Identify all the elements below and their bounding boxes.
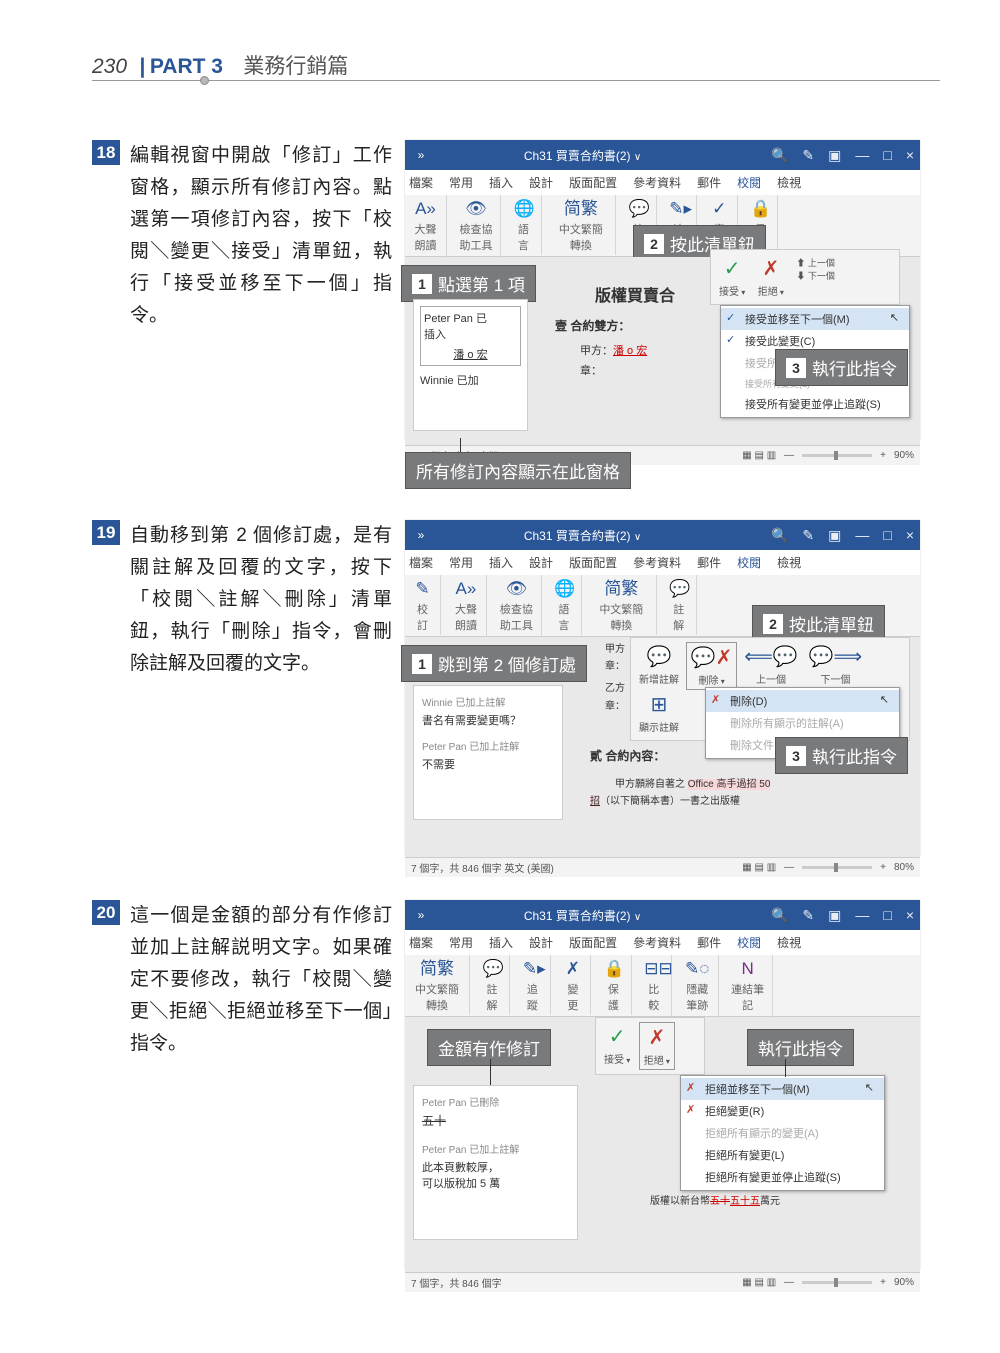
tab-review[interactable]: 校閱 xyxy=(737,174,761,191)
accept-move-next[interactable]: ✓接受並移至下一個(M) ↖ xyxy=(721,308,909,330)
tab-file[interactable]: 檔案 xyxy=(409,174,433,191)
tab-references[interactable]: 參考資料 xyxy=(633,174,681,191)
accessibility-label: 檢查協助工具 xyxy=(459,224,492,252)
window-icon[interactable]: ▣ xyxy=(828,147,841,164)
tab-design[interactable]: 設計 xyxy=(529,174,553,191)
nextcmt-button[interactable]: 💬⟹下一個 xyxy=(805,642,867,688)
reject-all-stop[interactable]: 拒絕所有變更並停止追蹤(S) xyxy=(681,1166,884,1188)
step-number-20: 20 xyxy=(92,900,120,925)
delete-comment-button[interactable]: 💬✗刪除 ▾ xyxy=(686,642,738,690)
callout-s18-1: 1點選第 1 項 xyxy=(401,265,536,302)
header-rule xyxy=(92,80,940,81)
delete-shown[interactable]: 刪除所有顯示的註解(A) xyxy=(706,712,899,734)
accept-button[interactable]: ✓接受 ▾ xyxy=(715,254,749,300)
rev20-2a: Peter Pan 已加上註解 xyxy=(422,1141,569,1156)
doc-title: Ch31 買賣合約書(2) xyxy=(524,149,631,163)
search-icon[interactable]: 🔍 xyxy=(771,147,788,164)
step-number-19: 19 xyxy=(92,520,120,545)
tab-layout[interactable]: 版面配置 xyxy=(569,174,617,191)
language-label: 語言 xyxy=(518,224,529,252)
callout-s19-3: 3執行此指令 xyxy=(775,737,908,774)
readaloud-icon[interactable]: A» xyxy=(413,199,438,219)
protect-icon[interactable]: 🔒 xyxy=(750,199,769,219)
reject-move-next[interactable]: ✗拒絕並移至下一個(M) ↖ xyxy=(681,1078,884,1100)
zoom-level: 90% xyxy=(894,450,914,461)
rev20-1b: 五十 xyxy=(422,1112,569,1129)
accept-button-20[interactable]: ✓接受 ▾ xyxy=(600,1022,634,1068)
accept-all-stop[interactable]: 接受所有變更並停止追蹤(S) xyxy=(721,393,909,415)
comment-icon[interactable]: 💬 xyxy=(629,199,648,219)
rev1-action: 插入 xyxy=(424,326,517,342)
rev1-text: 潘 o 宏 xyxy=(424,346,517,362)
rev20-1a: Peter Pan 已刪除 xyxy=(422,1094,569,1109)
tab-insert[interactable]: 插入 xyxy=(489,174,513,191)
revisions-pane[interactable]: Peter Pan 已 插入 潘 o 宏 Winnie 已加 xyxy=(413,299,528,431)
minimize-icon[interactable]: — xyxy=(855,147,869,164)
word-titlebar: » Ch31 買賣合約書(2) ∨ 🔍✎▣—□× xyxy=(405,140,920,170)
prev-change[interactable]: ⬆ 上一個 xyxy=(796,258,835,268)
translate-icon[interactable]: 简繁 xyxy=(554,199,607,219)
language-icon[interactable]: 🌐 xyxy=(514,199,533,219)
changes-icon[interactable]: ✓ xyxy=(710,199,729,219)
step-number-18: 18 xyxy=(92,140,120,165)
showcmt-button[interactable]: ⊞顯示註解 xyxy=(635,690,683,736)
page-header: 230 | PART 3 業務行銷篇 xyxy=(92,50,940,80)
pen-icon[interactable]: ✎ xyxy=(802,147,814,164)
tab-mailings[interactable]: 郵件 xyxy=(697,174,721,191)
cmt1-author: Winnie 已加上註解 xyxy=(422,694,554,709)
restore-icon[interactable]: □ xyxy=(883,147,891,164)
cmt2-author: Peter Pan 已加上註解 xyxy=(422,738,554,753)
tab-view[interactable]: 檢視 xyxy=(777,174,801,191)
doc-body-title: 版權買賣合 xyxy=(595,282,675,306)
prevcmt-button[interactable]: ⟸💬上一個 xyxy=(740,642,802,688)
revisions-pane-20[interactable]: Peter Pan 已刪除 五十 Peter Pan 已加上註解 此本頁數較厚，… xyxy=(413,1085,578,1240)
part-divider: | xyxy=(140,55,146,78)
cmt1-text: 書名有需要變更嗎？ xyxy=(422,712,554,728)
header-dot xyxy=(200,76,209,85)
reject-shown[interactable]: 拒絕所有顯示的變更(A) xyxy=(681,1122,884,1144)
screenshot-19: » Ch31 買賣合約書(2) ∨ 🔍✎▣—□× 檔案常用插入設計版面配置參考資… xyxy=(405,520,920,855)
cmt2-text: 不需要 xyxy=(422,756,554,772)
step-text-19: 自動移到第 2 個修訂處，是有關註解及回覆的文字，按下「校閱＼註解＼刪除」清單鈕… xyxy=(130,520,392,680)
rev1-author: Peter Pan 已 xyxy=(424,310,517,326)
page-number: 230 xyxy=(92,55,127,78)
doc-body-sec: 貳 合約內容： xyxy=(590,747,665,764)
rev20-2b: 此本頁數較厚， xyxy=(422,1159,569,1175)
reject-menu[interactable]: ✗拒絕並移至下一個(M) ↖ ✗拒絕變更(R) 拒絕所有顯示的變更(A) 拒絕所… xyxy=(680,1075,885,1191)
reject-button[interactable]: ✗拒絕 ▾ xyxy=(754,254,788,300)
word-tabs: 檔案 常用 插入 設計 版面配置 參考資料 郵件 校閱 檢視 xyxy=(405,170,920,195)
rev2-author: Winnie 已加 xyxy=(420,372,521,388)
rev20-2c: 可以版稅加 5 萬 xyxy=(422,1175,569,1191)
callout-s18-pane: 所有修訂內容顯示在此窗格 xyxy=(405,452,631,489)
doc-body-l1: 壹 合約雙方： xyxy=(555,317,630,334)
track-icon[interactable]: ✎▸ xyxy=(669,199,688,219)
review-icon[interactable]: ✎ xyxy=(413,579,432,599)
word-titlebar-19: » Ch31 買賣合約書(2) ∨ 🔍✎▣—□× xyxy=(405,520,920,550)
callout-s19-1: 1跳到第 2 個修訂處 xyxy=(401,645,587,682)
doc-body-l3: 章： xyxy=(580,362,602,378)
part-label: PART 3 xyxy=(150,55,223,78)
translate-label: 中文繁簡轉換 xyxy=(559,224,603,252)
accessibility-icon[interactable]: 👁 xyxy=(459,199,492,219)
tab-home[interactable]: 常用 xyxy=(449,174,473,191)
callout-s18-3: 3執行此指令 xyxy=(775,349,908,386)
step-text-18: 編輯視窗中開啟「修訂」工作窗格，顯示所有修訂內容。點選第一項修訂內容，按下「校閱… xyxy=(130,140,392,332)
screenshot-20: » Ch31 買賣合約書(2) ∨ 🔍✎▣—□× 檔案常用插入設計版面配置參考資… xyxy=(405,900,920,1270)
doc-body-l2: 甲方： xyxy=(580,345,613,357)
next-change[interactable]: ⬇ 下一個 xyxy=(796,271,835,281)
screenshot-18: » Ch31 買賣合約書(2) ∨ 🔍✎▣—□× 檔案 常用 插入 設計 版面配… xyxy=(405,140,920,440)
newcomment-button[interactable]: 💬新增註解 xyxy=(635,642,683,688)
reject-button-20[interactable]: ✗拒絕 ▾ xyxy=(639,1022,675,1070)
onenote-icon[interactable]: N xyxy=(731,959,764,979)
step-text-20: 這一個是金額的部分有作修訂並加上註解説明文字。如果確定不要修改，執行「校閱＼變更… xyxy=(130,900,392,1060)
callout-s20-1: 金額有作修訂 xyxy=(427,1029,551,1066)
close-icon[interactable]: × xyxy=(906,147,914,164)
section-title: 業務行銷篇 xyxy=(243,55,348,78)
callout-s20-2: 執行此指令 xyxy=(747,1029,854,1066)
reject-change[interactable]: ✗拒絕變更(R) xyxy=(681,1100,884,1122)
delete-item[interactable]: ✗刪除(D) ↖ xyxy=(706,690,899,712)
reject-all[interactable]: 拒絕所有變更(L) xyxy=(681,1144,884,1166)
comments-pane[interactable]: Winnie 已加上註解 書名有需要變更嗎？ Peter Pan 已加上註解 不… xyxy=(413,685,563,820)
readaloud-label: 大聲朗讀 xyxy=(415,224,437,252)
